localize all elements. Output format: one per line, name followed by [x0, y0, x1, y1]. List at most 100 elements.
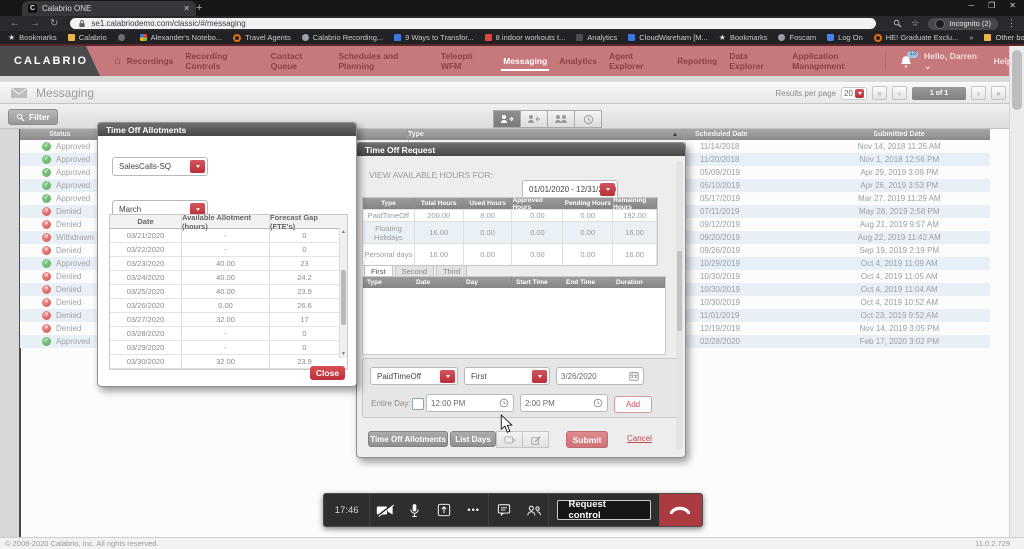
assign-in-icon[interactable] [520, 110, 548, 128]
time-off-allotments-button[interactable]: Time Off Allotments [368, 431, 448, 447]
maximize-icon[interactable]: ❐ [988, 1, 995, 10]
bookmark-item[interactable]: Calabrio [68, 33, 107, 42]
nav-reporting[interactable]: Reporting [677, 47, 717, 75]
approved-icon [42, 337, 51, 346]
share-screen-icon [437, 503, 451, 517]
hang-up-button[interactable] [659, 494, 702, 526]
panel-scrollbar[interactable] [676, 161, 683, 449]
browser-tab[interactable]: C Calabrio ONE ✕ [22, 1, 196, 16]
nav-data-explorer[interactable]: Data Explorer [729, 42, 780, 80]
page-scrollbar[interactable] [1009, 46, 1024, 537]
bookmark-item[interactable]: 8 indoor workouts t... [485, 33, 566, 42]
add-button[interactable]: Add [614, 396, 652, 413]
home-icon[interactable]: ⌂ [114, 55, 121, 67]
camera-off-button[interactable] [370, 494, 400, 526]
participants-icon [526, 504, 542, 517]
submitted-date-column-header[interactable]: Submitted Date [808, 129, 990, 140]
mic-button[interactable] [400, 494, 430, 526]
tab-close-icon[interactable]: ✕ [183, 4, 190, 13]
address-bar[interactable]: se1.calabriodemo.com/classic/#/messaging [70, 18, 876, 29]
more-options-button[interactable]: ••• [459, 494, 489, 526]
back-icon[interactable]: ← [10, 18, 20, 29]
request-control-button[interactable]: Request control [557, 500, 650, 520]
bookmark-item[interactable] [118, 34, 129, 41]
results-per-page-select[interactable]: 20 [841, 87, 867, 100]
user-menu[interactable]: Hello, Darren ⌄ [924, 51, 982, 72]
nav-application-management[interactable]: Application Management [792, 42, 885, 80]
ring-icon [874, 34, 882, 42]
scrollbar-thumb[interactable] [677, 251, 682, 331]
bookmark-item[interactable]: Alexander's Notebo... [140, 33, 222, 42]
scrollbar-thumb[interactable] [341, 270, 346, 325]
share-screen-button[interactable] [429, 494, 459, 526]
bookmark-item[interactable]: Foscam [778, 33, 816, 42]
nav-recording-controls[interactable]: Recording Controls [185, 42, 258, 80]
history-clock-icon[interactable] [574, 110, 602, 128]
nav-schedules-and-planning[interactable]: Schedules and Planning [338, 42, 429, 80]
nav-recordings[interactable]: Recordings [127, 47, 174, 75]
pager-last-button[interactable]: » [991, 86, 1006, 100]
cancel-link[interactable]: Cancel [627, 434, 652, 443]
allotment-row: 03/28/2020-0 [110, 327, 347, 341]
pager-next-button[interactable]: › [971, 86, 986, 100]
entire-day-checkbox[interactable] [412, 398, 424, 410]
start-time-input[interactable]: 12:00 PM [426, 394, 514, 412]
nav-contact-queue[interactable]: Contact Queue [271, 42, 327, 80]
bookmark-item[interactable]: HE! Graduate Exclu... [874, 33, 959, 42]
forward-icon[interactable]: → [30, 18, 40, 29]
zoom-icon[interactable] [893, 19, 902, 28]
type-column-header[interactable]: Type▲ [408, 129, 685, 140]
bookmark-item[interactable]: Log On [827, 33, 863, 42]
bookmark-item[interactable]: Analytics [576, 33, 617, 42]
page-title-bar: Messaging Results per page 20 « ‹ 1 of 1… [0, 82, 1024, 104]
submit-button[interactable]: Submit [566, 431, 608, 448]
nav-analytics[interactable]: Analytics [559, 47, 597, 75]
notifications-bell-icon[interactable]: 13 [900, 55, 912, 68]
date-input[interactable]: 3/26/2020 [556, 367, 644, 385]
participants-button[interactable] [519, 494, 549, 526]
bookmark-item[interactable]: ★Bookmarks [719, 33, 768, 42]
close-button[interactable]: Close [310, 366, 345, 380]
refresh-icon[interactable]: ↻ [50, 18, 58, 29]
bookmark-item[interactable]: 9 Ways to Transfor... [394, 33, 474, 42]
browser-menu-icon[interactable]: ⋮ [1007, 18, 1016, 29]
type-select[interactable]: PaidTimeOff [370, 367, 458, 385]
minimize-icon[interactable]: ─ [968, 1, 974, 10]
sort-asc-icon: ▲ [672, 132, 678, 138]
scroll-down-icon[interactable]: ▼ [340, 350, 347, 358]
bookmark-item[interactable]: CloudWareham [M... [628, 33, 708, 42]
chat-button[interactable] [489, 494, 519, 526]
filter-button[interactable]: Filter [8, 109, 58, 125]
allotment-row: 03/27/202032.0017 [110, 313, 347, 327]
nav-messaging[interactable]: Messaging [503, 47, 547, 75]
bookmark-item[interactable]: ★Bookmarks [8, 33, 57, 42]
star-icon: ★ [8, 34, 15, 41]
bookmarks-overflow-icon[interactable]: » [969, 33, 973, 42]
allotments-header: Date [110, 215, 182, 228]
group-icon[interactable] [547, 110, 575, 128]
status-column-header[interactable]: Status [20, 129, 100, 140]
list-days-button[interactable]: List Days [450, 431, 496, 447]
new-tab-button[interactable]: + [196, 2, 202, 14]
allotments-scrollbar[interactable]: ▲▼ [339, 228, 347, 358]
nav-teleopti-wfm[interactable]: Teleopti WFM [441, 42, 491, 80]
nav-agent-explorer[interactable]: Agent Explorer [609, 42, 665, 80]
shift-select[interactable]: First [464, 367, 550, 385]
pager-prev-button[interactable]: ‹ [892, 86, 907, 100]
assign-out-icon[interactable] [493, 110, 521, 128]
url-text: se1.calabriodemo.com/classic/#/messaging [91, 19, 245, 28]
bookmark-star-icon[interactable]: ☆ [911, 18, 919, 29]
scroll-up-icon[interactable]: ▲ [340, 228, 347, 236]
edit-button[interactable] [522, 431, 549, 448]
allotment-row: 03/26/20200.0026.6 [110, 299, 347, 313]
scheduled-date-column-header[interactable]: Scheduled Date [685, 129, 808, 140]
other-bookmarks[interactable]: Other bookmarks [984, 33, 1024, 42]
close-window-icon[interactable]: ✕ [1009, 1, 1016, 10]
bookmark-item[interactable]: Calabrio Recording... [302, 33, 383, 42]
day-header: Duration [612, 277, 665, 288]
bookmark-item[interactable]: Travel Agents [233, 33, 291, 42]
scrollbar-thumb[interactable] [1012, 50, 1022, 110]
queue-select[interactable]: SalesCalls-SQ [112, 157, 208, 176]
pager-first-button[interactable]: « [872, 86, 887, 100]
end-time-input[interactable]: 2:00 PM [520, 394, 608, 412]
